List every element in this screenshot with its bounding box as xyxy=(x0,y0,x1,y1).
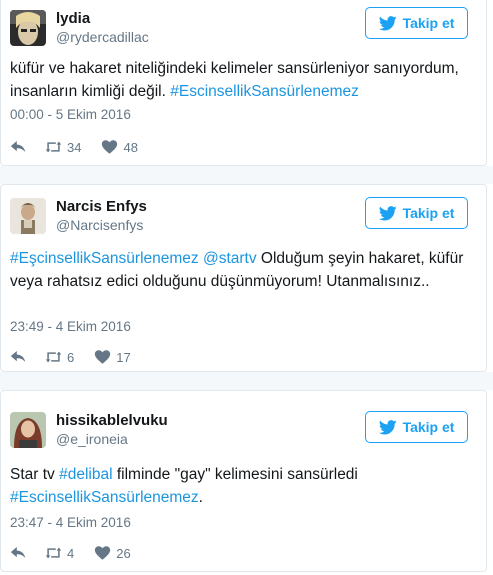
heart-icon xyxy=(102,140,118,154)
tweet-text: #EşcinsellikSansürlenemez @startv Olduğu… xyxy=(10,247,480,293)
tweet-text: küfür ve hakaret niteliğindeki kelimeler… xyxy=(10,57,480,103)
avatar[interactable] xyxy=(10,198,46,234)
tweet-text-body: . xyxy=(198,489,203,506)
user-handle[interactable]: @Narcisenfys xyxy=(56,216,143,234)
avatar[interactable] xyxy=(10,412,46,448)
like-count: 17 xyxy=(116,349,131,365)
retweet-icon xyxy=(45,141,62,153)
reply-button[interactable] xyxy=(10,139,27,155)
bird-icon xyxy=(378,419,397,434)
retweet-count: 6 xyxy=(67,349,75,365)
avatar[interactable] xyxy=(10,10,46,46)
tweet-actions: 4 26 xyxy=(10,543,151,563)
hashtag-link[interactable]: #delibal xyxy=(59,466,112,483)
follow-button[interactable]: Takip et xyxy=(365,7,468,39)
reply-icon xyxy=(10,547,26,559)
reply-button[interactable] xyxy=(10,545,27,561)
like-button[interactable]: 17 xyxy=(94,349,131,365)
card-gap xyxy=(0,372,493,390)
bird-icon xyxy=(378,205,397,220)
retweet-button[interactable]: 4 xyxy=(45,545,74,561)
tweet-feed: lydia @rydercadillac Takip et küfür ve h… xyxy=(0,0,493,575)
follow-label: Takip et xyxy=(402,205,455,221)
tweet-text-body: filminde "gay" kelimesini sansürledi xyxy=(112,466,358,483)
like-button[interactable]: 26 xyxy=(94,545,131,561)
hashtag-link[interactable]: #EscinsellikSansürlenemez xyxy=(170,83,359,100)
tweet-text-body: Star tv xyxy=(10,466,60,483)
tweet-card: Narcis Enfys @Narcisenfys Takip et #Eşci… xyxy=(0,184,487,372)
hashtag-link[interactable]: #EscinsellikSansürlenemez xyxy=(10,489,199,506)
tweet-card: lydia @rydercadillac Takip et küfür ve h… xyxy=(0,0,487,166)
tweet-actions: 34 48 xyxy=(10,137,158,157)
retweet-count: 34 xyxy=(67,139,82,155)
mention-link[interactable]: @startv xyxy=(203,250,257,267)
tweet-timestamp[interactable]: 00:00 - 5 Ekim 2016 xyxy=(10,106,131,124)
follow-button[interactable]: Takip et xyxy=(365,197,468,229)
user-handle[interactable]: @e_ironeia xyxy=(56,430,128,448)
tweet-text: Star tv #delibal filminde "gay" kelimesi… xyxy=(10,463,480,509)
tweet-actions: 6 17 xyxy=(10,347,151,367)
retweet-count: 4 xyxy=(67,545,75,561)
tweet-timestamp[interactable]: 23:49 - 4 Ekim 2016 xyxy=(10,318,131,336)
hashtag-link[interactable]: #EşcinsellikSansürlenemez xyxy=(10,250,199,267)
heart-icon xyxy=(95,350,111,364)
user-name[interactable]: Narcis Enfys xyxy=(56,198,147,216)
reply-icon xyxy=(10,141,26,153)
like-button[interactable]: 48 xyxy=(101,139,138,155)
like-count: 48 xyxy=(123,139,138,155)
follow-label: Takip et xyxy=(402,15,455,31)
tweet-timestamp[interactable]: 23:47 - 4 Ekim 2016 xyxy=(10,514,131,532)
user-handle[interactable]: @rydercadillac xyxy=(56,28,149,46)
follow-button[interactable]: Takip et xyxy=(365,411,468,443)
like-count: 26 xyxy=(116,545,131,561)
tweet-card: hissikablelvuku @e_ironeia Takip et Star… xyxy=(0,390,487,572)
reply-button[interactable] xyxy=(10,349,27,365)
heart-icon xyxy=(95,546,111,560)
user-name[interactable]: lydia xyxy=(56,10,90,28)
retweet-button[interactable]: 6 xyxy=(45,349,74,365)
user-name[interactable]: hissikablelvuku xyxy=(56,412,168,430)
card-gap xyxy=(0,166,493,184)
follow-label: Takip et xyxy=(402,419,455,435)
retweet-icon xyxy=(45,547,62,559)
retweet-button[interactable]: 34 xyxy=(45,139,81,155)
retweet-icon xyxy=(45,351,62,363)
reply-icon xyxy=(10,351,26,363)
bird-icon xyxy=(378,15,397,30)
